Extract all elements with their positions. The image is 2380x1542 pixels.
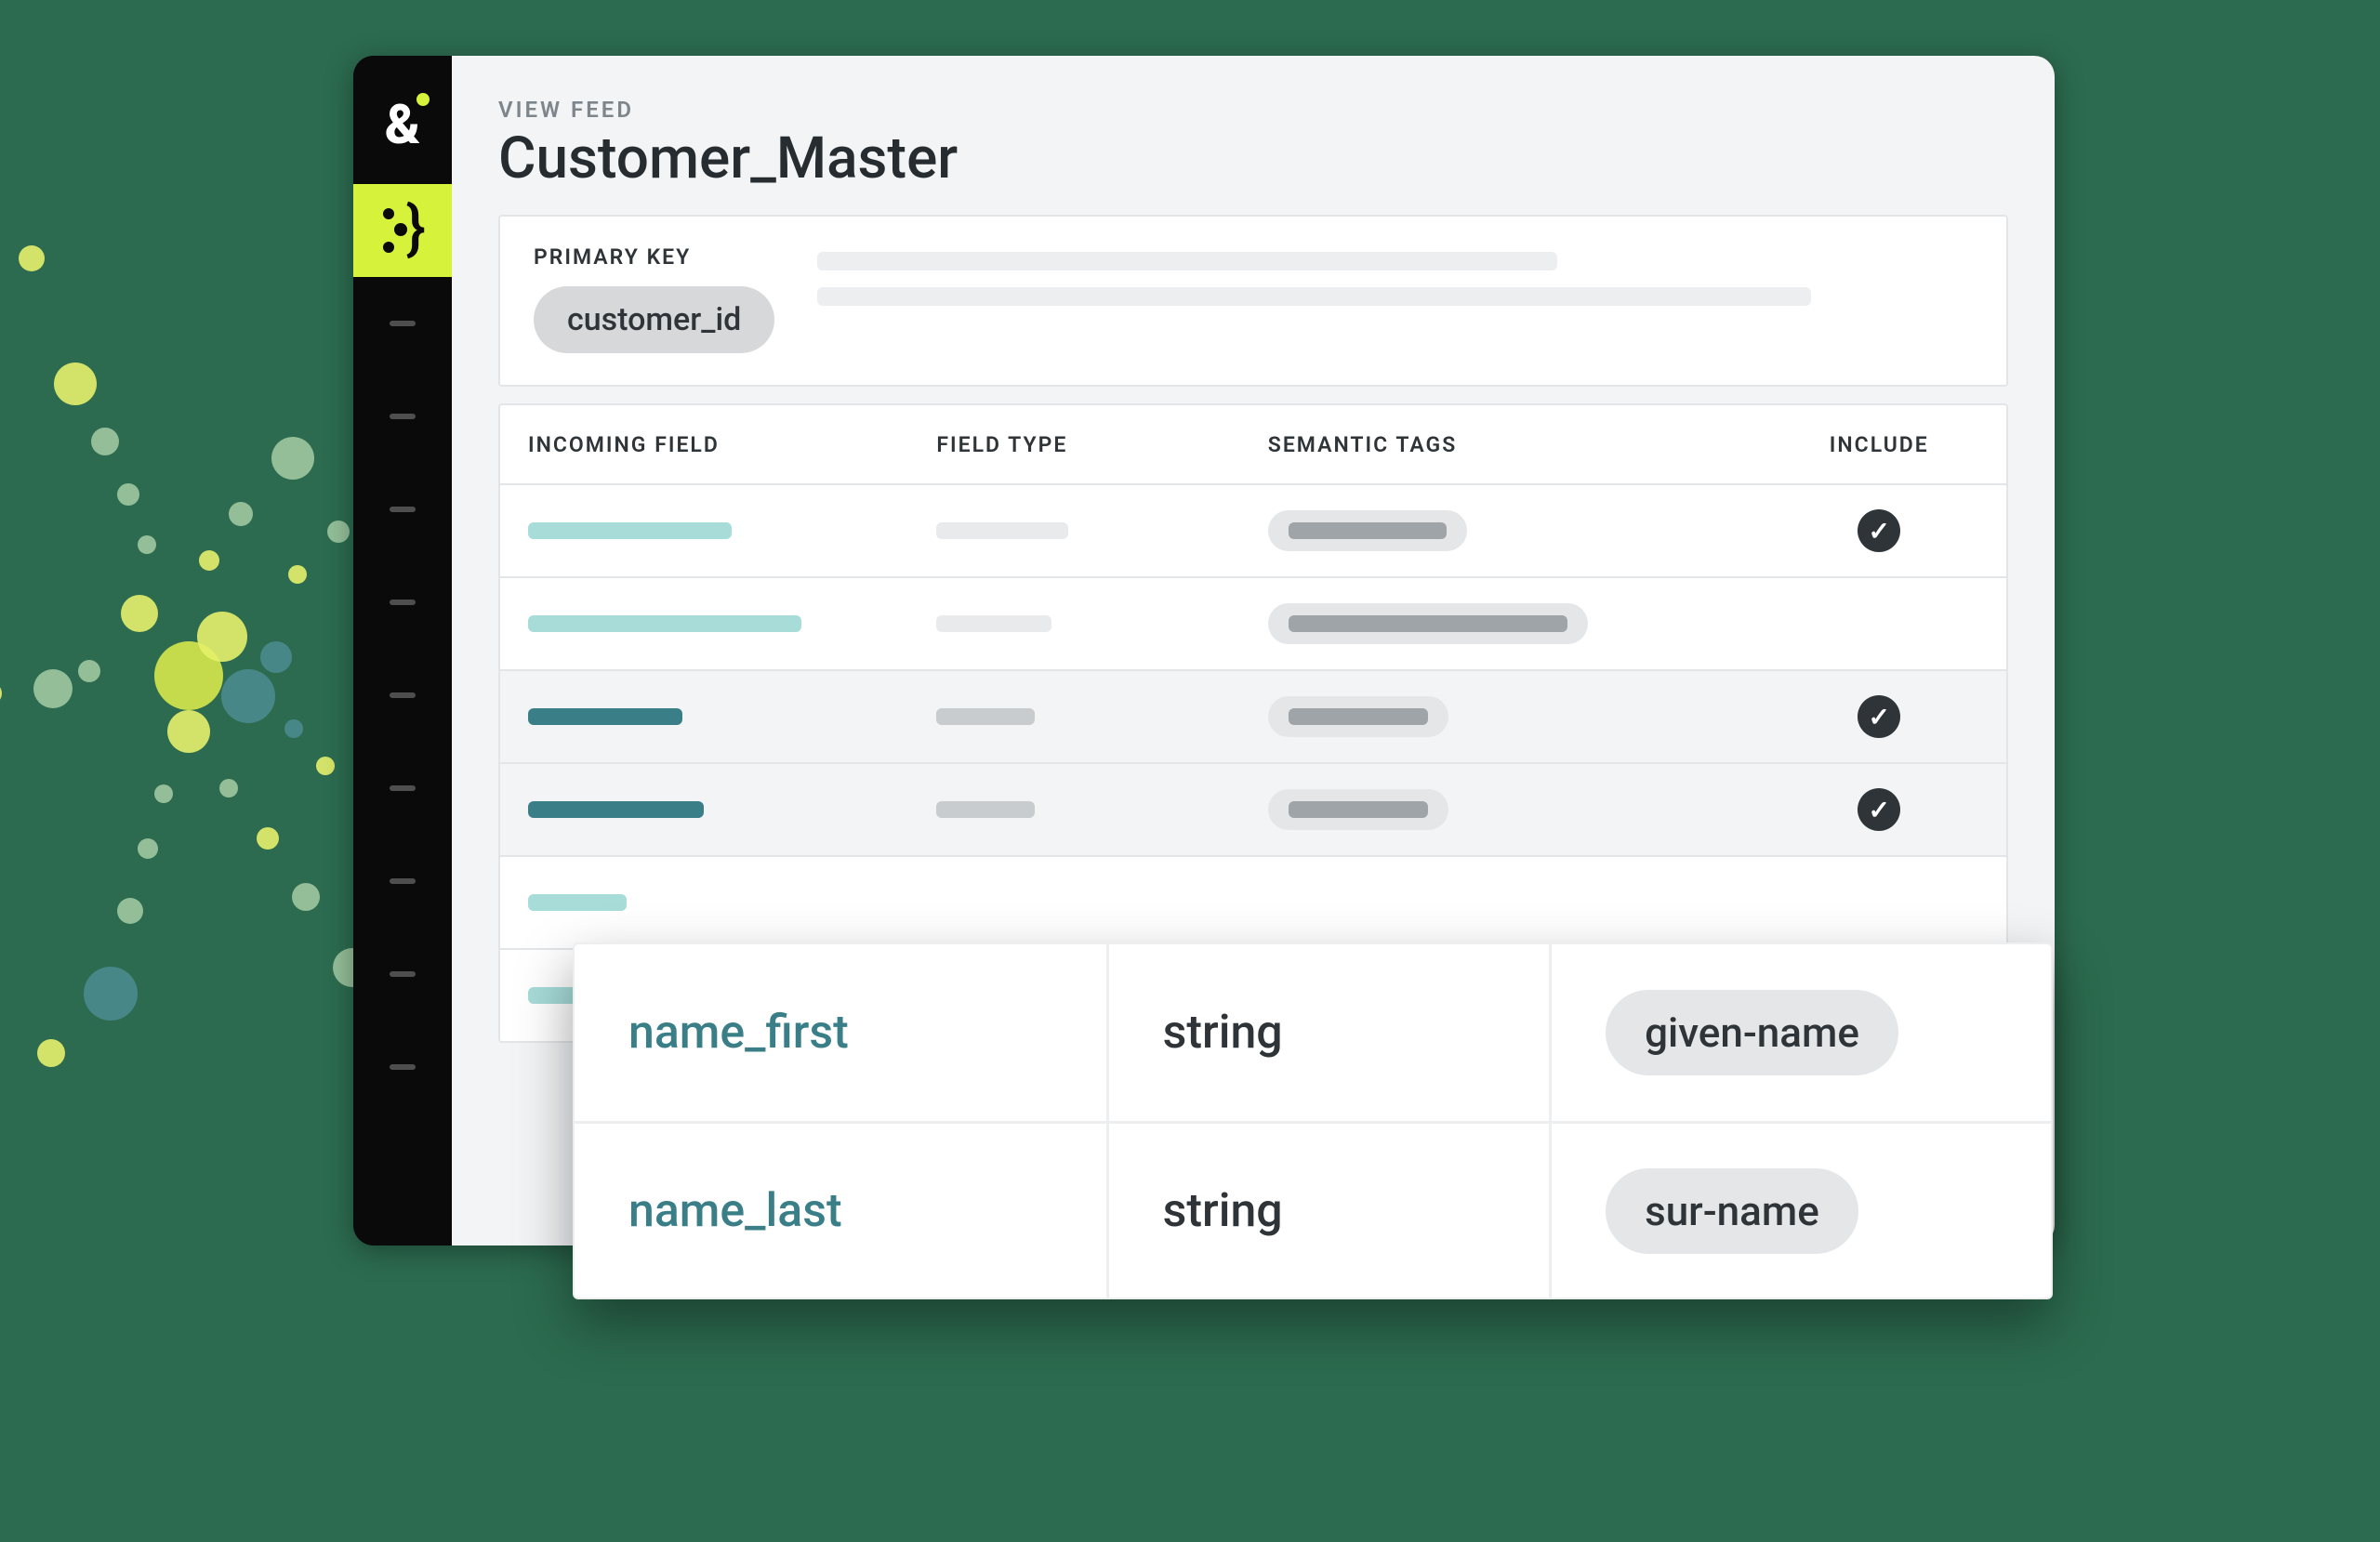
sidebar-item-feeds[interactable]: } <box>353 184 452 277</box>
sidebar-item-placeholder[interactable] <box>353 649 452 742</box>
dash-icon <box>390 507 416 512</box>
brand-logo-icon: & <box>353 78 452 184</box>
dash-icon <box>390 600 416 605</box>
tag-chip[interactable] <box>1268 696 1448 737</box>
sidebar-item-placeholder[interactable] <box>353 835 452 928</box>
sidebar-item-placeholder[interactable] <box>353 463 452 556</box>
sidebar-item-placeholder[interactable] <box>353 277 452 370</box>
dash-icon <box>390 971 416 977</box>
include-check-icon[interactable]: ✓ <box>1858 788 1900 831</box>
page-title: Customer_Master <box>498 125 2008 192</box>
table-row[interactable]: ✓ <box>500 669 2006 762</box>
sidebar-item-placeholder[interactable] <box>353 556 452 649</box>
sidebar-item-placeholder[interactable] <box>353 1021 452 1114</box>
sidebar-item-placeholder[interactable] <box>353 928 452 1021</box>
dash-icon <box>390 878 416 884</box>
table-row[interactable] <box>500 855 2006 948</box>
decorative-spark <box>0 149 409 1078</box>
semantic-tag-chip[interactable]: given-name <box>1606 990 1898 1075</box>
detail-row[interactable]: name_last string sur-name <box>575 1121 2051 1298</box>
col-incoming-field[interactable]: INCOMING FIELD <box>500 405 906 483</box>
branch-icon: } <box>381 204 424 257</box>
placeholder-line <box>817 252 1556 270</box>
col-field-type[interactable]: FIELD TYPE <box>906 405 1237 483</box>
field-detail-panel: name_first string given-name name_last s… <box>573 942 2053 1299</box>
placeholder-line <box>817 287 1811 306</box>
sidebar-item-placeholder[interactable] <box>353 370 452 463</box>
tag-chip[interactable] <box>1268 789 1448 830</box>
dash-icon <box>390 1064 416 1070</box>
col-include[interactable]: INCLUDE <box>1751 405 2006 483</box>
semantic-tag-chip[interactable]: sur-name <box>1606 1168 1858 1254</box>
col-semantic-tags[interactable]: SEMANTIC TAGS <box>1238 405 1751 483</box>
table-row[interactable] <box>500 576 2006 669</box>
page-eyebrow: VIEW FEED <box>498 97 2008 123</box>
detail-field-name: name_first <box>628 1006 849 1060</box>
primary-key-label: PRIMARY KEY <box>534 244 774 270</box>
table-row[interactable]: ✓ <box>500 483 2006 576</box>
primary-key-card: PRIMARY KEY customer_id <box>498 215 2008 387</box>
tag-chip[interactable] <box>1268 510 1467 551</box>
table-row[interactable]: ✓ <box>500 762 2006 855</box>
sidebar: & } <box>353 56 452 1245</box>
detail-row[interactable]: name_first string given-name <box>575 944 2051 1121</box>
dash-icon <box>390 321 416 326</box>
dash-icon <box>390 692 416 698</box>
detail-field-type: string <box>1163 1184 1283 1238</box>
dash-icon <box>390 785 416 791</box>
primary-key-chip[interactable]: customer_id <box>534 286 774 353</box>
include-check-icon[interactable]: ✓ <box>1858 695 1900 738</box>
sidebar-item-placeholder[interactable] <box>353 742 452 835</box>
detail-field-type: string <box>1163 1006 1283 1060</box>
include-check-icon[interactable]: ✓ <box>1858 509 1900 552</box>
dash-icon <box>390 414 416 419</box>
tag-chip[interactable] <box>1268 603 1588 644</box>
detail-field-name: name_last <box>628 1184 842 1238</box>
